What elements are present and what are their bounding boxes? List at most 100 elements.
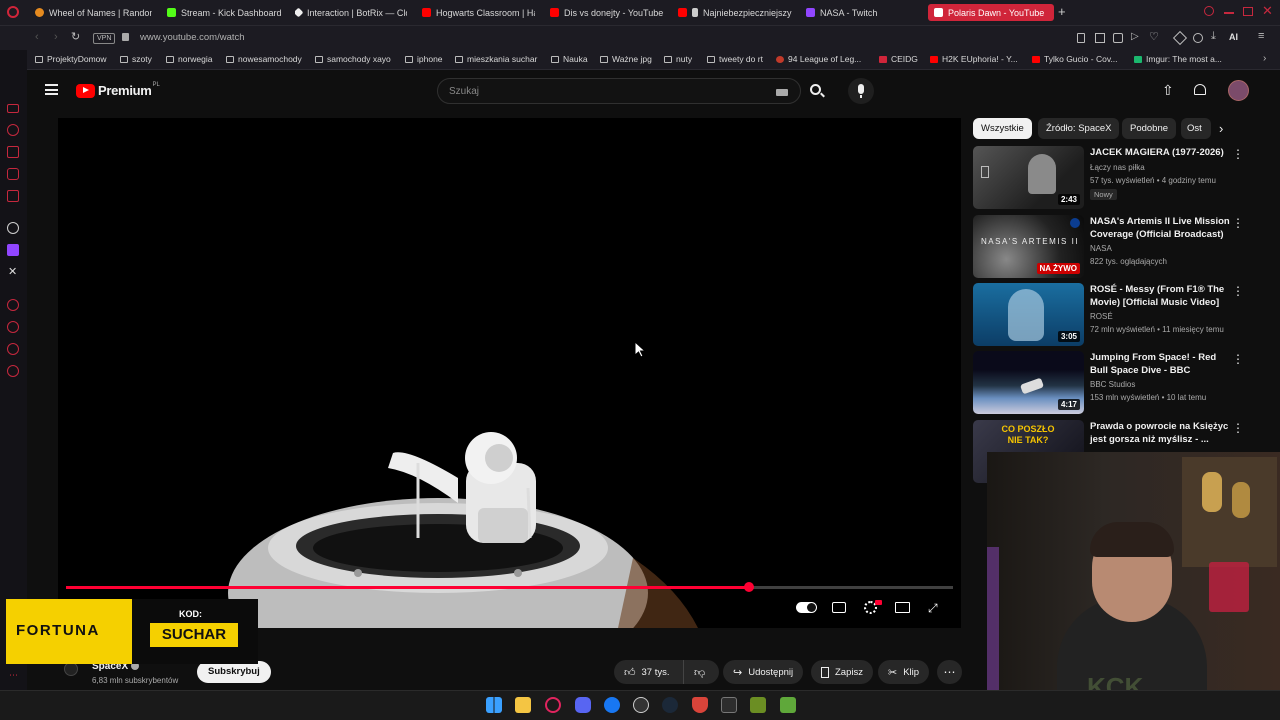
add-icon[interactable] [7, 299, 19, 311]
new-tab-plus-icon[interactable]: + [1058, 4, 1066, 20]
x-twitter-icon[interactable]: ✕ [8, 265, 17, 278]
fullscreen-icon[interactable]: ⤢ [928, 601, 938, 616]
search-button[interactable] [801, 78, 835, 104]
forward-icon[interactable]: › [54, 31, 58, 43]
share-button[interactable]: ↪ Udostępnij [723, 660, 804, 684]
chip-all[interactable]: Wszystkie [973, 118, 1032, 139]
recommendation-item[interactable]: 3:05 ROSÉ - Messy (From F1® The Movie) [… [973, 283, 1263, 347]
bookmark-item[interactable]: ProjektyDomow [35, 54, 107, 64]
miniplayer-icon[interactable] [895, 602, 910, 613]
brave-shield-icon[interactable] [692, 697, 708, 713]
clip-button[interactable]: ✂ Klip [878, 660, 930, 684]
channel-name[interactable]: ROSÉ [1090, 312, 1113, 321]
video-player[interactable] [58, 118, 961, 628]
tab-nasa-twitch[interactable]: NASA - Twitch [806, 4, 916, 21]
bookmark-item[interactable]: samochody xayo [315, 54, 391, 64]
bookmark-item[interactable]: H2K EUphoria! - Y... [930, 54, 1018, 64]
chip-source-spacex[interactable]: Źródło: SpaceX [1038, 118, 1120, 139]
voice-search-button[interactable] [848, 78, 874, 104]
settings-icon[interactable] [7, 365, 19, 377]
ai-button[interactable]: AI [1229, 32, 1238, 42]
bookmark-item[interactable]: norwegia [166, 54, 213, 64]
channel-name[interactable]: BBC Studios [1090, 380, 1135, 389]
extensions-icon[interactable] [1172, 30, 1188, 46]
progress-scrubber-handle[interactable] [743, 582, 754, 592]
messenger-icon[interactable] [7, 168, 19, 180]
tab-botrix[interactable]: Interaction | BotRix — Clo [295, 4, 407, 21]
search-tabs-icon[interactable] [1204, 6, 1214, 16]
chatgpt-icon[interactable] [7, 222, 19, 234]
hamburger-menu-icon[interactable] [45, 84, 58, 95]
recommendation-item[interactable]: NASA'S ARTEMIS II NA ŻYWO NASA's Artemis… [973, 215, 1263, 279]
video-title[interactable]: JACEK MAGIERA (1977-2026) [1090, 146, 1230, 159]
thumbnail[interactable]: NASA'S ARTEMIS II NA ŻYWO [973, 215, 1084, 278]
bookmark-item[interactable]: nowesamochody [226, 54, 302, 64]
browser-logo-icon[interactable] [7, 6, 19, 18]
twitch-icon[interactable] [7, 244, 19, 256]
file-explorer-icon[interactable] [515, 697, 531, 713]
reload-icon[interactable]: ↻ [71, 30, 80, 43]
bookmark-item[interactable]: mieszkania suchar [455, 54, 537, 64]
notepad-icon[interactable] [750, 697, 766, 713]
channel-name[interactable]: NASA [1090, 244, 1112, 253]
facebook-icon[interactable] [604, 697, 620, 713]
more-options-icon[interactable]: ⋮ [1232, 148, 1244, 160]
thumbnail[interactable]: 2:43 [973, 146, 1084, 209]
url-field[interactable]: www.youtube.com/watch [140, 32, 245, 43]
bookmark-item[interactable]: Imgur: The most a... [1134, 54, 1222, 64]
bookmark-item[interactable]: Tylko Gucio - Cov... [1032, 54, 1118, 64]
menu-icon[interactable]: ≡ [1258, 30, 1264, 42]
clock-icon[interactable] [7, 321, 19, 333]
subtitles-icon[interactable] [832, 602, 846, 613]
tab-hogwarts-classroom[interactable]: Hogwarts Classroom | Ha [422, 4, 535, 21]
more-actions-button[interactable]: ⋯ [937, 660, 962, 684]
player-icon[interactable]: ▷ [1131, 31, 1139, 42]
save-button[interactable]: Zapisz [811, 660, 873, 684]
subscribe-button[interactable]: Subskrybuj [197, 661, 271, 683]
steam-icon[interactable] [662, 697, 678, 713]
like-button[interactable]: 👍︎ 37 tys. [614, 660, 684, 684]
bookmark-item[interactable]: tweety do rt [707, 54, 763, 64]
bookmark-item[interactable]: CEIDG [879, 54, 918, 64]
video-progress-bar[interactable] [66, 582, 953, 592]
account-avatar[interactable] [1228, 80, 1249, 101]
keyboard-icon[interactable] [776, 89, 788, 96]
favorite-heart-icon[interactable]: ♡ [1149, 30, 1159, 43]
windows-start-icon[interactable] [486, 697, 502, 713]
recommendation-item[interactable]: 2:43 JACEK MAGIERA (1977-2026) Łączy nas… [973, 146, 1263, 210]
bookmarks-overflow-chevron-icon[interactable]: › [1263, 53, 1266, 64]
download-icon[interactable]: ⤓ [1211, 30, 1216, 43]
youtube-logo[interactable]: Premium PL [76, 82, 160, 98]
thumbnail[interactable]: 4:17 [973, 351, 1084, 414]
notifications-bell-icon[interactable] [1194, 84, 1206, 95]
channel-name[interactable]: Łączy nas piłka [1090, 163, 1145, 172]
more-options-icon[interactable]: ⋮ [1232, 285, 1244, 297]
sidebar-more-icon[interactable]: ⋯ [9, 670, 18, 681]
bookmark-item[interactable]: Nauka [551, 54, 588, 64]
chip-related[interactable]: Podobne [1122, 118, 1177, 139]
bookmark-item[interactable]: 94 League of Leg... [776, 54, 861, 64]
vpn-badge[interactable]: VPN [93, 33, 116, 44]
search-input[interactable]: Szukaj [437, 78, 801, 104]
more-options-icon[interactable]: ⋮ [1232, 422, 1244, 434]
bookmark-item[interactable]: nuty [664, 54, 692, 64]
wallet-icon[interactable] [7, 146, 19, 158]
opera-gx-icon[interactable] [545, 697, 561, 713]
more-options-icon[interactable]: ⋮ [1232, 353, 1244, 365]
terminal-icon[interactable] [721, 697, 737, 713]
autoplay-toggle[interactable] [796, 602, 817, 613]
minimize-window-icon[interactable] [1224, 12, 1234, 14]
tab-wheel-of-names[interactable]: Wheel of Names | Random [35, 4, 152, 21]
chip-recent[interactable]: Ost [1181, 118, 1211, 139]
more-options-icon[interactable]: ⋮ [1232, 217, 1244, 229]
obs-icon[interactable] [633, 697, 649, 713]
video-title[interactable]: Jumping From Space! - Red Bull Space Div… [1090, 351, 1230, 377]
history-icon[interactable] [7, 124, 19, 136]
pin-icon[interactable] [1077, 33, 1085, 43]
back-icon[interactable]: ‹ [35, 31, 39, 43]
tab-kick-dashboard[interactable]: Stream - Kick Dashboard [167, 4, 284, 21]
discord-icon[interactable] [575, 697, 591, 713]
tab-dis-vs-donejty[interactable]: Dis vs donejty - YouTube [550, 4, 667, 21]
adblock-icon[interactable] [1113, 33, 1123, 43]
snapshot-icon[interactable] [1095, 33, 1105, 43]
